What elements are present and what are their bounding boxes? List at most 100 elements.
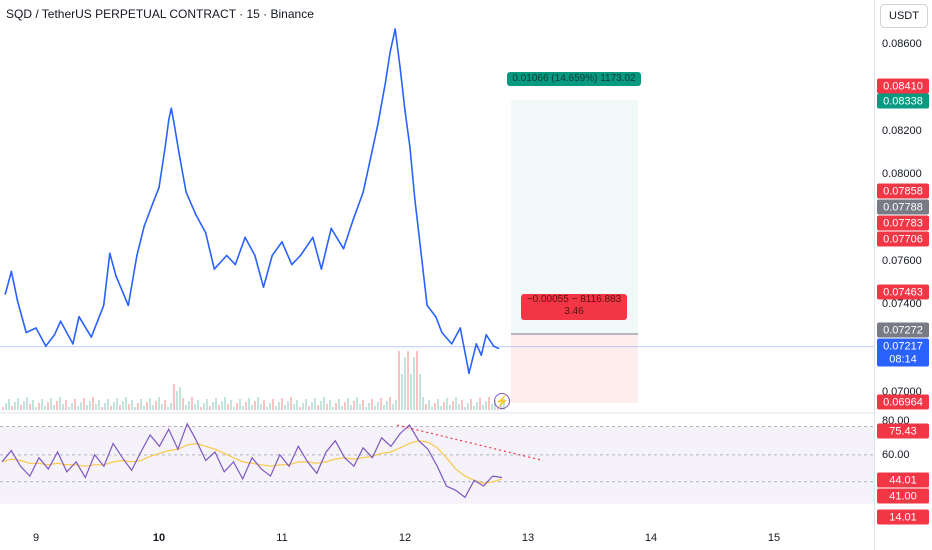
time-tick-label: 12 <box>398 532 412 544</box>
volume-bar <box>443 402 445 410</box>
volume-bar <box>332 407 334 410</box>
volume-bar <box>281 398 283 410</box>
profit-target-label[interactable]: 0.01066 (14.659%) 1173.02 <box>507 72 641 86</box>
price-point <box>418 241 421 243</box>
volume-bar <box>182 398 184 410</box>
volume-bar <box>173 384 175 410</box>
volume-bar <box>248 398 250 410</box>
price-point <box>10 270 13 273</box>
price-point <box>320 268 323 270</box>
volume-bar <box>452 401 454 410</box>
bar-countdown: 08:14 <box>877 351 929 367</box>
volume-bar <box>260 404 262 410</box>
volume-bar <box>464 407 466 410</box>
volume-bar <box>284 405 286 410</box>
volume-bar <box>380 398 382 410</box>
price-point <box>59 320 62 323</box>
volume-bar <box>113 402 115 410</box>
price-point <box>72 343 74 345</box>
volume-bar <box>293 404 295 410</box>
volume-bar <box>59 397 61 410</box>
volume-bar <box>71 403 73 410</box>
volume-bar <box>2 407 4 410</box>
volume-bar <box>392 404 394 410</box>
volume-bar <box>35 407 37 410</box>
volume-bar <box>158 397 160 410</box>
stop-loss-label[interactable]: −0.00055 − 8116.883 3.46 <box>521 294 627 320</box>
replay-lightning-icon[interactable]: ⚡ <box>494 393 510 409</box>
stop-loss-label-line1: −0.00055 − 8116.883 <box>526 294 622 305</box>
price-point <box>45 345 47 347</box>
price-point <box>164 146 166 148</box>
price-tick-label: 0.08000 <box>882 168 922 180</box>
volume-bar <box>65 400 67 410</box>
volume-bar <box>26 397 28 410</box>
volume-bar <box>302 403 304 410</box>
volume-bar <box>104 403 106 410</box>
price-point <box>244 236 246 239</box>
volume-bar <box>338 399 340 410</box>
volume-bar <box>224 397 226 410</box>
price-point <box>342 247 345 250</box>
price-point <box>426 304 428 307</box>
price-line <box>4 28 499 375</box>
volume-bar <box>323 397 325 410</box>
volume-bar <box>146 402 148 410</box>
volume-bar <box>56 401 58 410</box>
volume-bar <box>341 406 343 410</box>
price-point <box>262 286 265 289</box>
volume-bar <box>419 374 421 410</box>
price-point <box>369 157 372 159</box>
volume-bar <box>350 405 352 410</box>
volume-bar <box>296 400 298 410</box>
volume-bar <box>440 406 442 410</box>
price-point <box>179 157 181 159</box>
price-point <box>468 372 470 375</box>
volume-bar <box>485 401 487 410</box>
volume-bar <box>11 406 13 410</box>
volume-bar <box>455 397 457 410</box>
price-point <box>225 254 228 257</box>
volume-bar <box>320 401 322 410</box>
time-tick-label: 11 <box>276 532 288 544</box>
price-point <box>441 331 443 334</box>
volume-bar <box>179 387 181 410</box>
volume-bar <box>269 403 271 410</box>
volume-bar <box>164 400 166 410</box>
volume-bar <box>410 374 412 410</box>
loss-zone <box>511 334 638 403</box>
chart-canvas[interactable] <box>0 0 932 550</box>
volume-bar <box>383 405 385 410</box>
price-tag: 0.07858 <box>877 183 929 199</box>
volume-bar <box>92 397 94 410</box>
volume-bar <box>86 405 88 410</box>
volume-bar <box>287 401 289 410</box>
price-point <box>311 236 314 239</box>
volume-bar <box>449 405 451 410</box>
volume-bar <box>311 402 313 410</box>
volume-bar <box>335 403 337 410</box>
volume-bar <box>437 399 439 410</box>
volume-bar <box>221 401 223 410</box>
volume-bar <box>107 399 109 410</box>
volume-bar <box>404 357 406 410</box>
price-point <box>271 254 273 257</box>
currency-button[interactable]: USDT <box>880 4 928 28</box>
volume-bar <box>371 399 373 410</box>
volume-bar <box>401 374 403 410</box>
stop-loss-label-line2: 3.46 <box>564 306 584 317</box>
volume-bar <box>329 400 331 410</box>
volume-bar <box>140 399 142 410</box>
volume-bar <box>476 402 478 410</box>
volume-bar <box>242 406 244 410</box>
volume-bar <box>263 400 265 410</box>
price-point <box>291 263 293 266</box>
volume-bar <box>50 398 52 410</box>
volume-bar <box>215 398 217 410</box>
price-point <box>195 213 197 216</box>
rsi-tag: 41.00 <box>877 488 929 504</box>
volume-bar <box>197 400 199 410</box>
volume-bar <box>491 404 493 410</box>
price-point <box>35 327 37 329</box>
price-tag: 0.07783 <box>877 215 929 231</box>
